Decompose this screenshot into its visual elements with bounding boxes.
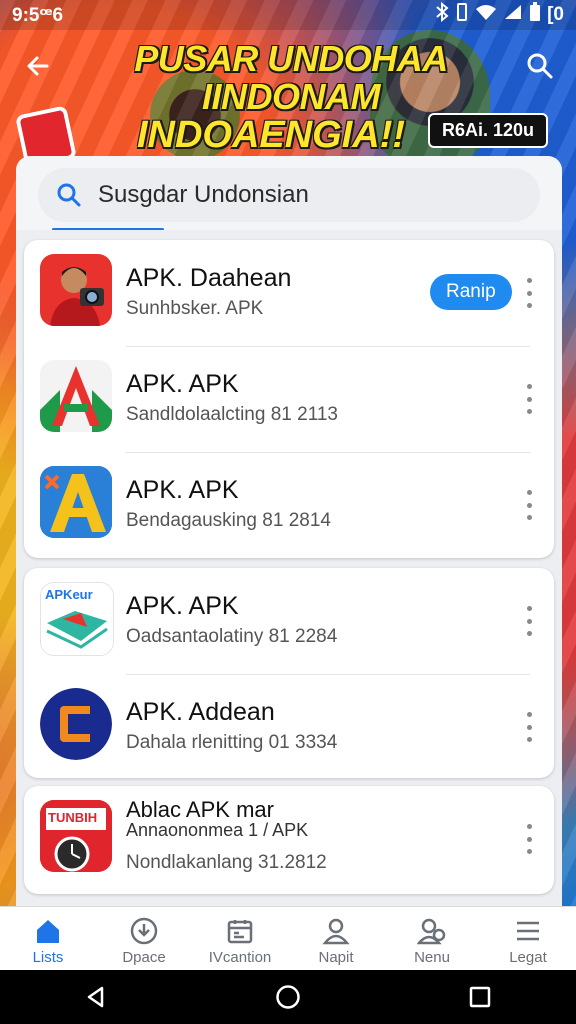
- status-time: 9:5ꟹ6: [12, 4, 64, 26]
- more-options-icon[interactable]: [522, 824, 536, 854]
- app-group-3: TUNBIH Ablac APK mar Annaononmea 1 / APK…: [24, 786, 554, 894]
- apkpure-map-icon: APKeur: [40, 582, 114, 656]
- nav-item-nenu[interactable]: Nenu: [384, 907, 480, 971]
- nav-label: Napit: [318, 949, 354, 966]
- system-home-button[interactable]: [258, 977, 318, 1017]
- list-item[interactable]: TUNBIH Ablac APK mar Annaononmea 1 / APK…: [24, 786, 554, 892]
- nav-item-dpace[interactable]: Dpace: [96, 907, 192, 971]
- search-value: Susgdar Undonsian: [98, 181, 309, 208]
- download-circle-icon: [128, 915, 160, 947]
- list-item[interactable]: APK. APK Sandldolaalcting 81 2113: [24, 346, 554, 452]
- nav-label: Dpace: [122, 949, 166, 966]
- person-camera-icon: [40, 254, 112, 326]
- app-name: APK. Daahean: [126, 264, 292, 292]
- vibrate-icon: [455, 2, 469, 28]
- app-action-button[interactable]: Ranip: [430, 274, 512, 310]
- bluetooth-icon: [435, 1, 449, 28]
- app-subtitle: Sandldolaalcting 81 2113: [126, 404, 338, 425]
- app-subtitle: Dahala rlenitting 01 3334: [126, 732, 338, 753]
- triangle-back-icon: [87, 986, 104, 1008]
- nav-label: Lists: [32, 949, 64, 966]
- letter-a-green-icon: [40, 360, 112, 432]
- app-name: APK. APK: [126, 370, 239, 398]
- banner-badge: R6Ai. 120u: [428, 113, 549, 148]
- search-icon: [527, 53, 553, 79]
- menu-lines-icon: [512, 915, 544, 947]
- app-name: Ablac APK mar Annaononmea 1 / APK: [126, 797, 309, 841]
- more-options-icon[interactable]: [522, 490, 536, 520]
- app-icon-text: TUNBIH: [48, 810, 98, 825]
- app-icon-text: APKeur: [45, 587, 93, 602]
- search-icon: [54, 180, 84, 210]
- nav-label: Nenu: [414, 949, 450, 966]
- app-list: APK. Daahean Sunhbsker. APK Ranip APK. A…: [16, 230, 562, 910]
- app-name: APK. Addean: [126, 698, 275, 726]
- system-recents-button[interactable]: [450, 977, 510, 1017]
- list-item[interactable]: APK. Addean Dahala rlenitting 01 3334: [24, 674, 554, 780]
- battery-icon: [529, 2, 541, 28]
- more-options-icon[interactable]: [522, 606, 536, 636]
- status-battery-text: [0: [547, 4, 564, 25]
- system-back-button[interactable]: [66, 977, 126, 1017]
- orange-c-icon: [40, 688, 112, 760]
- square-recents-icon: [469, 986, 491, 1008]
- back-button[interactable]: [20, 48, 56, 84]
- app-name-line-2: Annaononmea 1 / APK: [126, 820, 309, 840]
- letter-a-yellow-icon: [40, 466, 112, 538]
- app-subtitle: Oadsantaolatiny 81 2284: [126, 626, 338, 647]
- system-nav-bar: [0, 970, 576, 1024]
- more-options-icon[interactable]: [522, 712, 536, 742]
- arrow-left-icon: [27, 56, 49, 76]
- home-icon: [32, 915, 64, 947]
- person-icon: [320, 915, 352, 947]
- list-item[interactable]: APK. APK Bendagausking 81 2814: [24, 452, 554, 558]
- app-group-1: APK. Daahean Sunhbsker. APK Ranip APK. A…: [24, 240, 554, 558]
- status-icons: [0: [435, 1, 564, 28]
- app-subtitle: Nondlakanlang 31.2812: [126, 852, 327, 873]
- app-name: APK. APK: [126, 592, 239, 620]
- bottom-nav: Lists Dpace IVcantion Napit Nenu Legat: [0, 906, 576, 971]
- status-bar: 9:5ꟹ6 [0: [0, 0, 576, 30]
- calendar-icon: [224, 915, 256, 947]
- search-card: Susgdar Undonsian: [16, 156, 562, 236]
- headline-line-1: PUSAR UNDOHAA IINDONAM: [134, 38, 448, 117]
- app-name: APK. APK: [126, 476, 239, 504]
- people-icon: [416, 915, 448, 947]
- search-input[interactable]: Susgdar Undonsian: [38, 168, 540, 222]
- wifi-icon: [475, 3, 497, 27]
- app-name-line-1: Ablac APK mar: [126, 797, 274, 822]
- more-options-icon[interactable]: [522, 384, 536, 414]
- red-badge-clock-icon: TUNBIH: [40, 800, 112, 872]
- app-subtitle: Bendagausking 81 2814: [126, 510, 331, 531]
- search-button[interactable]: [522, 48, 558, 84]
- nav-item-legat[interactable]: Legat: [480, 907, 576, 971]
- app-group-2: APKeur APK. APK Oadsantaolatiny 81 2284 …: [24, 568, 554, 778]
- nav-item-lists[interactable]: Lists: [0, 907, 96, 971]
- circle-home-icon: [276, 985, 300, 1009]
- more-options-icon[interactable]: [522, 278, 536, 308]
- list-item[interactable]: APKeur APK. APK Oadsantaolatiny 81 2284: [24, 568, 554, 674]
- nav-item-napit[interactable]: Napit: [288, 907, 384, 971]
- nav-label: Legat: [509, 949, 547, 966]
- list-item[interactable]: APK. Daahean Sunhbsker. APK Ranip: [24, 240, 554, 346]
- signal-icon: [503, 3, 523, 27]
- app-subtitle: Sunhbsker. APK: [126, 298, 264, 319]
- nav-label: IVcantion: [208, 949, 272, 966]
- nav-item-ivcantion[interactable]: IVcantion: [192, 907, 288, 971]
